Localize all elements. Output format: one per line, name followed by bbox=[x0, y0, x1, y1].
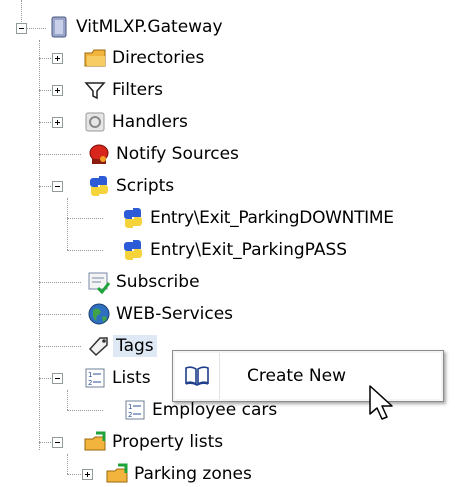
tree-node-handlers[interactable]: Handlers bbox=[112, 111, 188, 133]
mouse-cursor-icon bbox=[368, 384, 398, 424]
tree-node-tags[interactable]: Tags bbox=[113, 335, 157, 357]
tree-node-script-pass[interactable]: Entry\Exit_ParkingPASS bbox=[150, 239, 347, 261]
tree-node-subscribe[interactable]: Subscribe bbox=[116, 271, 200, 293]
property-list-icon bbox=[82, 429, 108, 455]
menu-item-create-new[interactable]: Create New bbox=[175, 353, 441, 399]
tree-node-filters[interactable]: Filters bbox=[112, 79, 163, 101]
list-icon: 12 bbox=[82, 365, 108, 391]
tree-node-scripts[interactable]: Scripts bbox=[116, 175, 174, 197]
filter-icon bbox=[82, 77, 108, 103]
subscribe-icon bbox=[86, 269, 112, 295]
menu-item-label: Create New bbox=[247, 366, 346, 386]
tree-node-property-lists[interactable]: Property lists bbox=[112, 431, 223, 453]
tree-line bbox=[67, 198, 68, 250]
tree-line bbox=[39, 346, 81, 347]
tree-node-employee-cars[interactable]: Employee cars bbox=[152, 399, 277, 421]
python-icon bbox=[86, 173, 112, 199]
alarm-icon bbox=[86, 141, 112, 167]
tree-node-script-downtime[interactable]: Entry\Exit_ParkingDOWNTIME bbox=[150, 207, 394, 229]
collapse-toggle[interactable] bbox=[52, 181, 63, 192]
tree-line bbox=[67, 454, 68, 474]
tree-line bbox=[39, 154, 81, 155]
tree-line bbox=[67, 250, 103, 251]
collapse-toggle[interactable] bbox=[52, 437, 63, 448]
server-icon bbox=[46, 14, 72, 40]
tag-icon bbox=[86, 333, 112, 359]
tree-view[interactable]: VitMLXP.Gateway Directories Filters Hand… bbox=[0, 0, 455, 487]
collapse-toggle[interactable] bbox=[16, 23, 27, 34]
tree-line bbox=[67, 410, 103, 411]
book-icon bbox=[183, 363, 211, 389]
expand-toggle[interactable] bbox=[52, 53, 63, 64]
tree-node-root[interactable]: VitMLXP.Gateway bbox=[76, 16, 223, 38]
tree-node-web-services[interactable]: WEB-Services bbox=[116, 303, 233, 325]
python-icon bbox=[120, 237, 146, 263]
handlers-icon bbox=[82, 109, 108, 135]
tree-node-directories[interactable]: Directories bbox=[112, 47, 204, 69]
collapse-toggle[interactable] bbox=[52, 373, 63, 384]
svg-text:2: 2 bbox=[88, 379, 92, 387]
expand-toggle[interactable] bbox=[52, 117, 63, 128]
tree-line bbox=[39, 314, 81, 315]
list-icon: 12 bbox=[122, 397, 148, 423]
svg-text:1: 1 bbox=[128, 403, 132, 411]
folder-icon bbox=[82, 45, 108, 71]
globe-icon bbox=[86, 301, 112, 327]
tree-line bbox=[67, 390, 68, 410]
property-list-icon bbox=[104, 461, 130, 487]
tree-line bbox=[67, 218, 103, 219]
tree-line bbox=[39, 40, 40, 450]
svg-text:1: 1 bbox=[88, 371, 92, 379]
context-menu: Create New bbox=[172, 350, 444, 402]
tree-line bbox=[26, 28, 46, 29]
tree-node-lists[interactable]: Lists bbox=[112, 367, 151, 389]
menu-separator bbox=[219, 353, 220, 399]
tree-line bbox=[39, 282, 81, 283]
tree-node-parking-zones[interactable]: Parking zones bbox=[134, 463, 252, 485]
python-icon bbox=[120, 205, 146, 231]
expand-toggle[interactable] bbox=[52, 85, 63, 96]
tree-node-notify-sources[interactable]: Notify Sources bbox=[116, 143, 239, 165]
expand-toggle[interactable] bbox=[82, 469, 93, 480]
svg-text:2: 2 bbox=[128, 411, 132, 419]
